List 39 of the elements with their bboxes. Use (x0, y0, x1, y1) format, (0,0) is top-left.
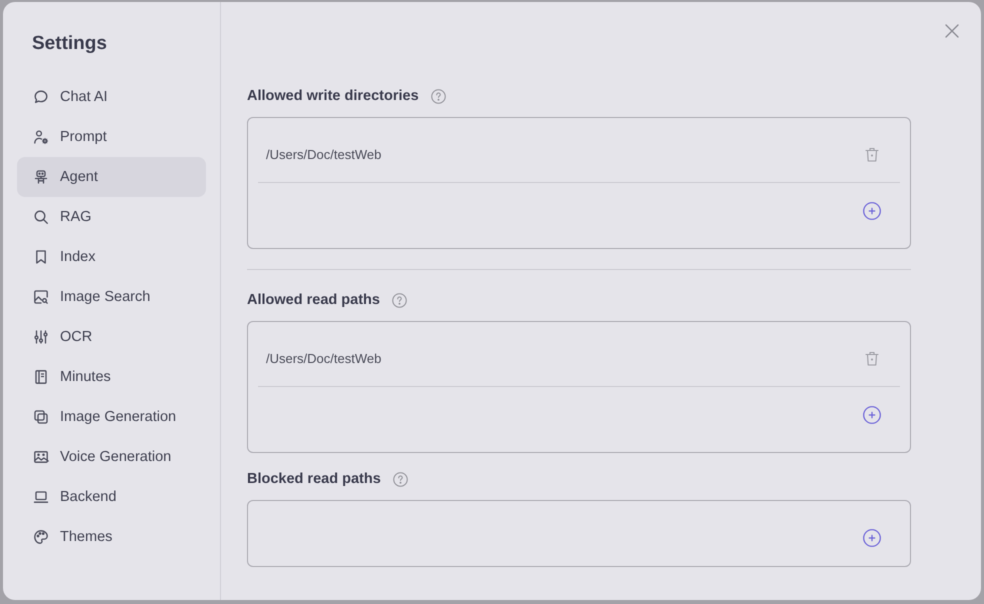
image-search-icon (33, 289, 49, 305)
sidebar-item[interactable]: Voice Generation (17, 437, 206, 477)
sidebar-item[interactable]: Themes (17, 517, 206, 557)
trash-icon[interactable] (865, 351, 879, 366)
sidebar-item[interactable]: Chat AI (17, 77, 206, 117)
sidebar-item[interactable]: OCR (17, 317, 206, 357)
notebook-icon (33, 369, 49, 385)
dialog-title: Settings (32, 32, 108, 56)
sidebar-item[interactable]: Backend (17, 477, 206, 517)
help-icon[interactable] (392, 292, 407, 308)
sidebar-item[interactable]: Image Generation (17, 397, 206, 437)
bookmark-icon (33, 249, 49, 265)
close-icon[interactable] (945, 24, 959, 38)
section-heading: Allowed write directories (247, 88, 419, 104)
plus-circle-icon[interactable] (863, 202, 881, 220)
plus-circle-icon[interactable] (863, 529, 881, 547)
user-gear-icon (33, 129, 49, 145)
sidebar-item[interactable]: Image Search (17, 277, 206, 317)
palette-icon (33, 529, 49, 545)
stacked-squares-icon (33, 409, 49, 425)
plus-circle-icon[interactable] (863, 406, 881, 424)
path-text: /Users/Doc/testWeb (266, 351, 382, 366)
section-heading: Blocked read paths (247, 471, 381, 487)
framed-picture-icon (33, 449, 49, 465)
sliders-icon (33, 329, 49, 345)
help-icon[interactable] (430, 88, 446, 104)
path-text: /Users/Doc/testWeb (266, 147, 382, 162)
sidebar-item[interactable]: Index (17, 237, 206, 277)
sidebar-item[interactable]: Prompt (17, 117, 206, 157)
sidebar-item[interactable]: Minutes (17, 357, 206, 397)
chat-bubble-icon (33, 89, 49, 105)
trash-icon[interactable] (865, 147, 879, 162)
robot-icon (33, 169, 49, 185)
search-icon (33, 209, 49, 225)
laptop-icon (33, 489, 49, 505)
sidebar-item[interactable]: RAG (17, 197, 206, 237)
help-icon[interactable] (392, 472, 408, 486)
sidebar-item[interactable]: Agent (17, 157, 206, 197)
section-heading: Allowed read paths (247, 292, 380, 308)
